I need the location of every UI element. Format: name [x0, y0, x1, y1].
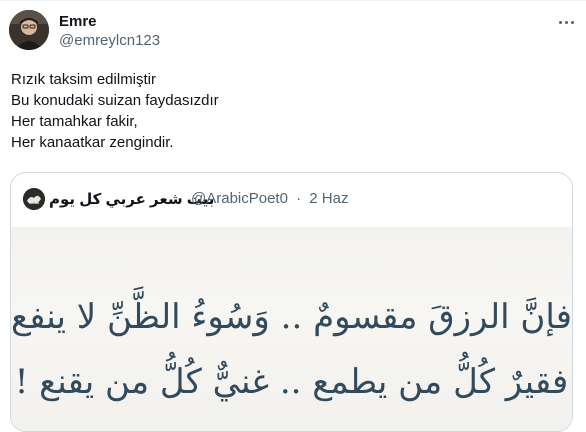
quoted-tweet-date[interactable]: 2 Haz [309, 190, 348, 207]
quoted-tweet-header: بيت شعر عربي كل يوم @ArabicPoet0 · 2 Haz [11, 173, 572, 227]
quoted-tweet[interactable]: بيت شعر عربي كل يوم @ArabicPoet0 · 2 Haz… [10, 172, 573, 432]
author-handle[interactable]: @emreylcn123 [59, 32, 160, 49]
poem-line: فإنَّ الرزقَ مقسومٌ .. وَسُوءُ الظَّنِّ … [10, 297, 572, 337]
tweet-line: Bu konudaki suizan faydasızdır [11, 92, 219, 109]
tweet-line: Rızık taksim edilmiştir [11, 71, 157, 88]
tweet-line: Her tamahkar fakir, [11, 113, 138, 130]
tweet-text: Rızık taksim edilmiştir Bu konudaki suiz… [11, 69, 219, 153]
author-avatar[interactable] [9, 10, 49, 50]
meta-separator: · [296, 190, 302, 207]
quoted-author-handle[interactable]: @ArabicPoet0 [191, 190, 288, 207]
quoted-author-meta: @ArabicPoet0 · 2 Haz [191, 190, 348, 207]
quoted-avatar-image [23, 188, 45, 210]
quoted-author-avatar[interactable] [23, 188, 45, 210]
quoted-tweet-image[interactable]: فإنَّ الرزقَ مقسومٌ .. وَسُوءُ الظَّنِّ … [10, 227, 572, 431]
more-options-icon[interactable] [555, 16, 577, 28]
tweet-line: Her kanaatkar zengindir. [11, 134, 174, 151]
author-avatar-image [9, 10, 49, 50]
top-divider [0, 0, 586, 1]
more-dot [570, 20, 574, 24]
more-dot [564, 20, 568, 24]
author-name[interactable]: Emre [59, 13, 97, 30]
quoted-author-name[interactable]: بيت شعر عربي كل يوم [49, 190, 214, 208]
poem-line: فقيرٌ كُلُّ من يطمع .. غنيٌّ كُلُّ من يق… [14, 362, 569, 402]
more-dot [558, 20, 562, 24]
